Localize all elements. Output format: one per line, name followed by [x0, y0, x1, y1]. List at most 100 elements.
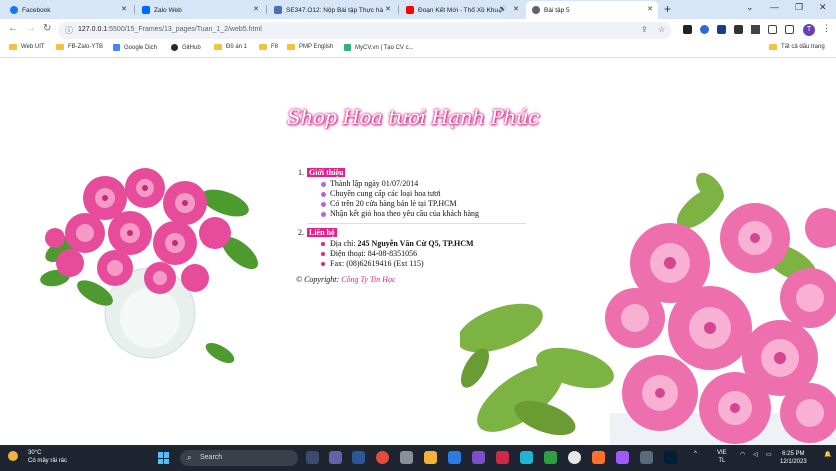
close-icon[interactable]: ✕ [513, 5, 519, 13]
list-item: Có trên 20 cửa hàng bán lẻ tại TP.HCM [321, 199, 536, 209]
bookmark-github[interactable]: GitHub [171, 44, 201, 51]
app-icon[interactable] [544, 451, 557, 464]
file-explorer-icon[interactable] [424, 451, 437, 464]
section-title: Giới thiệu [307, 168, 346, 177]
intro-list: Thành lập ngày 01/07/2014 Chuyên cung cấ… [321, 179, 536, 219]
forward-icon[interactable]: → [26, 23, 36, 34]
page-title: Shop Hoa tươi Hạnh Phúc [287, 105, 539, 129]
volume-icon[interactable]: ◁ [753, 451, 758, 458]
bookmark-fb-zalo-ytb[interactable]: FB-Zalo-YTB [56, 44, 103, 50]
download-icon[interactable] [768, 25, 777, 34]
zalo-icon [142, 6, 150, 14]
globe-icon [532, 6, 540, 14]
bookmark-mycv[interactable]: MyCV.vn | Tạo CV c... [344, 44, 414, 51]
browser-toolbar: ← → ↻ ⓘ 127.0.0.1:5500/15_Frames/13_page… [0, 19, 836, 41]
app-icon[interactable] [592, 451, 605, 464]
info-icon[interactable]: ⓘ [65, 25, 73, 36]
close-icon[interactable]: ✕ [121, 5, 127, 13]
tab-label: Zalo Web [154, 6, 182, 14]
speaker-icon[interactable]: 🔊 [498, 5, 507, 13]
share-icon[interactable]: ⇪ [641, 25, 648, 34]
flower-vase-image [40, 168, 259, 364]
tab-label: Đoạn Kết Mới - Thổ Xồ Khu [418, 6, 499, 14]
address-bar[interactable]: ⓘ 127.0.0.1:5500/15_Frames/13_pages/Tuan… [58, 22, 671, 39]
folder-icon [214, 44, 222, 50]
fax-item: Fax: (08)62619416 (Ext 115) [321, 259, 536, 269]
tab-label: Facebook [22, 6, 51, 14]
tab-search-icon[interactable]: ⌄ [746, 2, 754, 13]
vscode-icon[interactable] [448, 451, 461, 464]
tray-chevron-icon[interactable]: ^ [694, 451, 697, 457]
app-icon[interactable] [640, 451, 653, 464]
section-title: Liên hệ [307, 228, 337, 237]
bookmark-web-uit[interactable]: Web UIT [9, 44, 45, 50]
tab-youtube[interactable]: Đoạn Kết Mới - Thổ Xồ Khu 🔊 ✕ [400, 1, 524, 19]
translate-icon [113, 44, 120, 51]
tab-se347[interactable]: SE347.O12: Nộp Bài tập Thực hà ✕ [268, 1, 396, 19]
settings-icon[interactable] [400, 451, 413, 464]
company-link[interactable]: Công Ty Tin Học [341, 275, 395, 284]
sidebar-icon[interactable] [785, 25, 794, 34]
url-text[interactable]: 127.0.0.1:5500/15_Frames/13_pages/Tuan_1… [78, 26, 262, 33]
bookmark-google-dich[interactable]: Google Dịch [113, 44, 157, 51]
clock[interactable]: 6:25 PM 12/1/2023 [780, 450, 807, 466]
section-contact: 2. Liên hệ Địa chỉ: 245 Nguyễn Văn Cừ Q5… [296, 228, 536, 269]
bookmark-do-an-1[interactable]: Đồ án 1 [214, 44, 247, 50]
section-number: 1. [298, 168, 304, 177]
app-icon[interactable] [568, 451, 581, 464]
tab-strip: Facebook ✕ Zalo Web ✕ SE347.O12: Nộp Bài… [0, 0, 836, 19]
all-bookmarks[interactable]: Tất cả dấu trang [769, 44, 825, 50]
more-menu-icon[interactable]: ⋮ [822, 23, 831, 34]
restore-icon[interactable]: ❐ [795, 2, 803, 13]
profile-avatar[interactable]: T [803, 24, 815, 36]
close-icon[interactable]: ✕ [647, 5, 653, 13]
extension-icon[interactable] [700, 25, 709, 34]
bookmark-star-icon[interactable]: ☆ [658, 25, 665, 34]
task-view-icon[interactable] [306, 451, 319, 464]
list-item: Nhận kết giỏ hoa theo yêu cầu của khách … [321, 209, 536, 219]
screen: Facebook ✕ Zalo Web ✕ SE347.O12: Nộp Bài… [0, 0, 836, 471]
tab-zalo[interactable]: Zalo Web ✕ [136, 1, 264, 19]
close-icon[interactable]: ✕ [385, 5, 391, 13]
start-button[interactable] [158, 452, 170, 464]
folder-icon [259, 44, 267, 50]
chrome-icon[interactable] [376, 451, 389, 464]
tab-facebook[interactable]: Facebook ✕ [4, 1, 132, 19]
teams-icon[interactable] [329, 451, 342, 464]
bookmark-f8[interactable]: F8 [259, 44, 278, 50]
search-icon: ⌕ [187, 453, 192, 462]
puzzle-icon[interactable] [734, 25, 743, 34]
app-icon[interactable] [520, 451, 533, 464]
extension-icon[interactable] [717, 25, 726, 34]
list-item: Thành lập ngày 01/07/2014 [321, 179, 536, 189]
photoshop-icon[interactable] [664, 451, 677, 464]
contact-list: Địa chỉ: 245 Nguyễn Văn Cừ Q5, TP.HCM Đi… [321, 239, 536, 269]
back-icon[interactable]: ← [8, 23, 18, 34]
youtube-icon [406, 6, 414, 14]
mycv-icon [344, 44, 351, 51]
weather-icon [8, 451, 18, 461]
notification-icon[interactable]: 🔔 [824, 451, 831, 458]
github-icon [171, 44, 178, 51]
extension-icon[interactable] [683, 25, 692, 34]
language-indicator[interactable]: VIE TL [717, 449, 727, 465]
taskbar-search[interactable]: ⌕ Search [180, 450, 298, 466]
minimize-icon[interactable]: — [770, 2, 779, 12]
battery-icon[interactable]: ▭ [766, 451, 772, 458]
section-number: 2. [298, 228, 304, 237]
new-tab-button[interactable]: + [664, 2, 671, 16]
bookmark-pmp-english[interactable]: PMP English [287, 44, 333, 50]
close-icon[interactable]: ✕ [253, 5, 259, 13]
figma-icon[interactable] [616, 451, 629, 464]
reload-icon[interactable]: ↻ [43, 23, 51, 34]
tab-bai-tap-5[interactable]: Bài tập 5 ✕ [526, 1, 658, 19]
folder-icon [56, 44, 64, 50]
wifi-icon[interactable]: ◠ [740, 451, 745, 458]
visual-studio-icon[interactable] [472, 451, 485, 464]
close-window-icon[interactable]: ✕ [819, 2, 827, 13]
app-icon[interactable] [496, 451, 509, 464]
folder-icon [769, 44, 777, 50]
facebook-icon [10, 6, 18, 14]
pin-icon[interactable] [751, 25, 760, 34]
app-icon[interactable] [352, 451, 365, 464]
